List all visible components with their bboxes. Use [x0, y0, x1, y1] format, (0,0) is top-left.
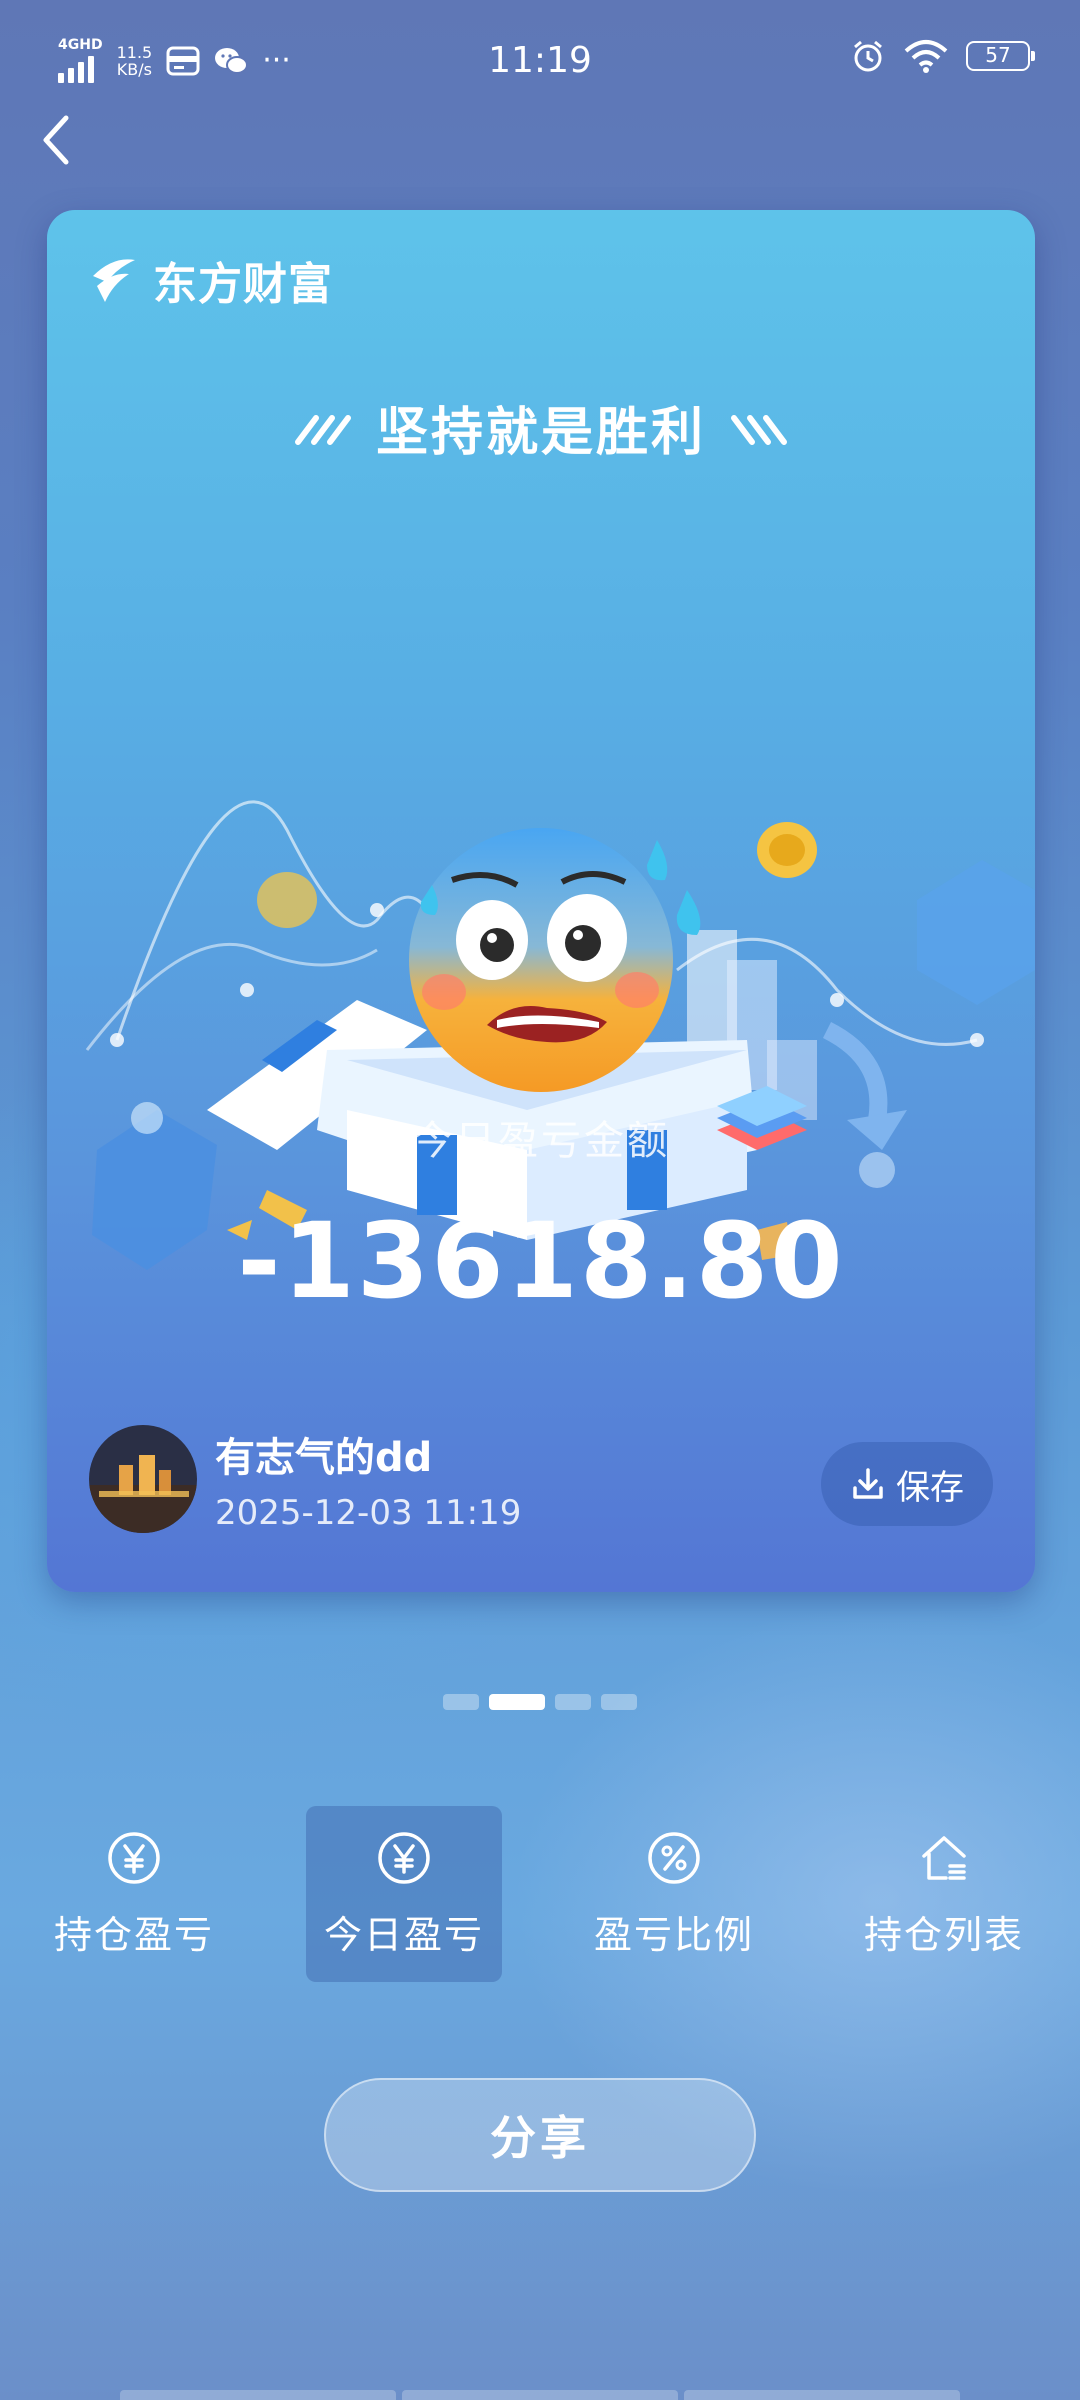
pager-dot[interactable]	[601, 1694, 637, 1710]
pager-dots	[0, 1694, 1080, 1710]
user-info: 有志气的dd 2025-12-03 11:19	[89, 1425, 521, 1533]
home-list-icon	[922, 1835, 966, 1880]
stripe-left-icon	[294, 414, 351, 445]
pager-dot[interactable]	[555, 1694, 591, 1710]
tab-label: 持仓盈亏	[53, 1912, 214, 1957]
slogan-row: 坚持就是胜利	[47, 390, 1035, 465]
tab-today-pnl[interactable]: 今日盈亏	[306, 1806, 502, 1982]
scared-emoji-giftbox-illustration	[85, 800, 1035, 1270]
download-icon	[853, 1468, 883, 1499]
save-label: 保存	[896, 1467, 964, 1508]
timestamp: 2025-12-03 11:19	[215, 1493, 522, 1533]
pnl-label: 今日盈亏金额	[412, 1118, 670, 1164]
pager-dot[interactable]	[443, 1694, 479, 1710]
percent-circle-icon	[648, 1831, 700, 1884]
tab-pnl-ratio[interactable]: 盈亏比例	[576, 1806, 772, 1982]
share-button[interactable]: 分享	[324, 2078, 756, 2192]
pager-dot-active[interactable]	[489, 1694, 545, 1710]
alarm-icon	[854, 40, 882, 72]
user-name: 有志气的dd	[215, 1435, 433, 1481]
back-button[interactable]	[36, 110, 76, 170]
pnl-value: -13618.80	[237, 1200, 845, 1322]
card-type-tabs: 持仓盈亏 今日盈亏 盈亏比例 持仓列表	[0, 1806, 1080, 1982]
tab-position-list[interactable]: 持仓列表	[846, 1806, 1042, 1982]
save-button[interactable]: 保存	[821, 1442, 993, 1526]
stripe-right-icon	[731, 414, 787, 445]
brand-logo-icon	[93, 259, 135, 302]
tab-label: 今日盈亏	[323, 1912, 484, 1957]
status-bar: 4GHD 11.5 KB/s ··· 11:19 57	[0, 0, 1080, 120]
brand-name: 东方财富	[153, 259, 333, 310]
yen-circle-icon	[378, 1831, 430, 1884]
slogan: 坚持就是胜利	[375, 403, 706, 463]
tab-label: 盈亏比例	[593, 1912, 754, 1957]
avatar	[89, 1425, 197, 1533]
tab-position-pnl[interactable]: 持仓盈亏	[36, 1806, 232, 1982]
pnl-share-card: 东方财富 坚持就是胜利 今日盈亏金额 -13618.80 有志气的dd 2025…	[47, 210, 1035, 1592]
yen-circle-icon	[108, 1831, 160, 1884]
battery-indicator: 57	[966, 41, 1035, 71]
bottom-edge-strip	[120, 2390, 960, 2400]
wifi-icon	[904, 40, 948, 73]
tab-label: 持仓列表	[863, 1912, 1024, 1957]
brand: 东方财富	[87, 248, 333, 312]
